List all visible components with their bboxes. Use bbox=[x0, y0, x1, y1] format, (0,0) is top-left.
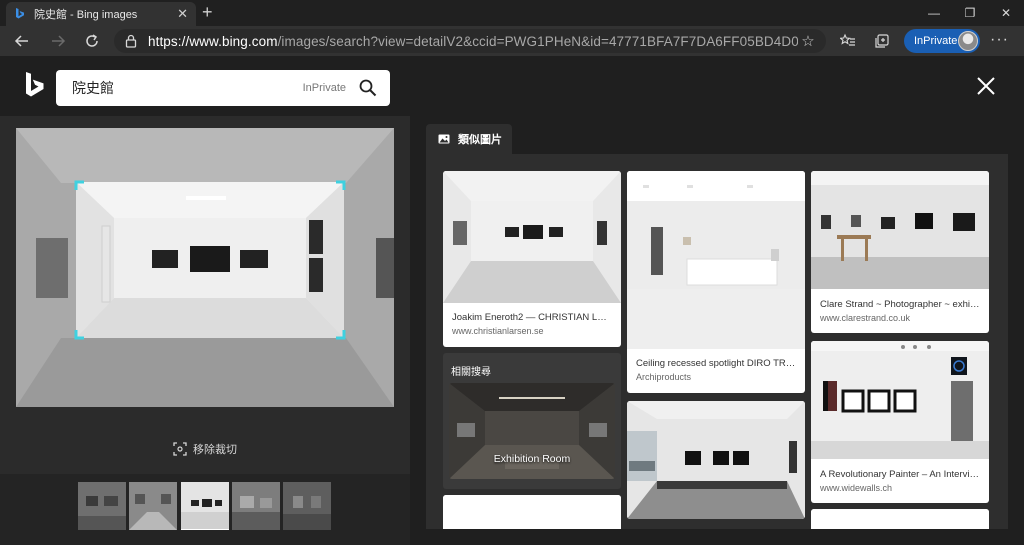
minimize-icon[interactable]: — bbox=[916, 0, 952, 26]
image-icon bbox=[438, 134, 450, 144]
restore-icon[interactable]: ❐ bbox=[952, 0, 988, 26]
inprivate-label: InPrivate bbox=[914, 35, 958, 47]
result-source: www.christianlarsen.se bbox=[452, 326, 544, 336]
forward-arrow-icon bbox=[52, 35, 66, 47]
main-image[interactable] bbox=[16, 128, 394, 407]
url-host: https://www.bing.com bbox=[148, 33, 278, 49]
window-close-icon[interactable]: ✕ bbox=[988, 0, 1024, 26]
result-image bbox=[627, 171, 805, 349]
tab-title: 院史館 - Bing images bbox=[34, 9, 138, 21]
result-image bbox=[627, 401, 805, 519]
result-card[interactable] bbox=[627, 401, 805, 519]
inprivate-profile-button[interactable]: InPrivate bbox=[904, 29, 980, 53]
result-source: Archiproducts bbox=[636, 372, 692, 382]
tab-strip: 院史館 - Bing images ✕ + — ❐ ✕ bbox=[0, 0, 1024, 26]
results-panel: 類似圖片 Joakim Eneroth2 — CHRISTIAN LARSEN … bbox=[410, 116, 1024, 545]
browser-window: 院史館 - Bing images ✕ + — ❐ ✕ https://www.… bbox=[0, 0, 1024, 545]
preview-panel: 移除裁切 bbox=[0, 116, 410, 545]
remove-crop-label: 移除裁切 bbox=[193, 444, 237, 456]
more-options-icon[interactable]: ··· bbox=[990, 31, 1009, 49]
favorite-star-icon[interactable]: ☆ bbox=[798, 31, 818, 51]
thumbnail-selected[interactable] bbox=[181, 482, 229, 530]
related-search-label: Exhibition Room bbox=[493, 453, 571, 465]
tab-similar-images[interactable]: 類似圖片 bbox=[426, 124, 512, 154]
result-caption: Ceiling recessed spotlight DIRO TRIMLESS bbox=[636, 358, 797, 369]
bing-favicon-icon bbox=[16, 8, 24, 19]
tab-close-icon[interactable]: ✕ bbox=[177, 7, 188, 20]
search-box[interactable]: InPrivate bbox=[56, 70, 390, 106]
result-card[interactable]: A Revolutionary Painter – An Interview w… bbox=[811, 341, 989, 503]
search-input[interactable] bbox=[56, 70, 303, 106]
result-caption: Joakim Eneroth2 — CHRISTIAN LARSEN bbox=[452, 312, 613, 323]
remove-crop-button[interactable]: 移除裁切 bbox=[0, 438, 410, 460]
similar-images-grid: Joakim Eneroth2 — CHRISTIAN LARSEN www.c… bbox=[426, 154, 1008, 529]
refresh-button[interactable] bbox=[81, 30, 103, 52]
result-source: www.widewalls.ch bbox=[820, 483, 893, 493]
back-arrow-icon bbox=[14, 35, 28, 47]
result-image bbox=[443, 495, 621, 529]
thumbnail[interactable] bbox=[232, 482, 280, 530]
url-text[interactable]: https://www.bing.com/images/search?view=… bbox=[148, 34, 798, 49]
tab-similar-label: 類似圖片 bbox=[458, 134, 502, 146]
address-bar[interactable]: https://www.bing.com/images/search?view=… bbox=[114, 29, 826, 53]
result-caption: A Revolutionary Painter – An Interview bbox=[820, 469, 981, 480]
result-image bbox=[811, 341, 989, 459]
forward-button[interactable] bbox=[47, 30, 69, 52]
result-card[interactable]: Joakim Eneroth2 — CHRISTIAN LARSEN www.c… bbox=[443, 171, 621, 347]
search-icon[interactable] bbox=[358, 78, 378, 98]
inprivate-badge: InPrivate bbox=[302, 82, 346, 94]
close-icon[interactable] bbox=[974, 74, 998, 98]
bing-logo-icon[interactable] bbox=[24, 72, 46, 100]
result-image bbox=[443, 171, 621, 303]
thumbnail[interactable] bbox=[283, 482, 331, 530]
crop-icon bbox=[173, 442, 187, 456]
result-card[interactable] bbox=[443, 495, 621, 529]
collections-icon[interactable] bbox=[873, 32, 891, 50]
result-card[interactable] bbox=[811, 509, 989, 529]
result-source: www.clarestrand.co.uk bbox=[820, 313, 911, 323]
toolbar: https://www.bing.com/images/search?view=… bbox=[0, 26, 1024, 56]
profile-avatar bbox=[958, 31, 978, 51]
url-path: /images/search?view=detailV2&ccid=PWG1PH… bbox=[277, 33, 798, 49]
thumbnail-strip bbox=[0, 474, 410, 545]
related-searches-title: 相關搜尋 bbox=[451, 367, 491, 378]
new-tab-button[interactable]: + bbox=[202, 3, 213, 21]
active-tab[interactable]: 院史館 - Bing images ✕ bbox=[6, 2, 196, 26]
thumbnail[interactable] bbox=[78, 482, 126, 530]
lock-icon[interactable] bbox=[124, 34, 138, 48]
thumbnail[interactable] bbox=[129, 482, 177, 530]
favorites-icon[interactable] bbox=[839, 32, 857, 50]
related-search-item[interactable]: Exhibition Room bbox=[449, 383, 615, 479]
gallery-image bbox=[16, 128, 394, 407]
result-caption: Clare Strand ~ Photographer ~ exhibition… bbox=[820, 299, 981, 310]
related-searches: 相關搜尋 Exhibition Room bbox=[443, 353, 621, 489]
bing-header: InPrivate bbox=[0, 56, 1024, 116]
back-button[interactable] bbox=[11, 30, 33, 52]
refresh-icon bbox=[86, 34, 98, 47]
result-card[interactable]: Ceiling recessed spotlight DIRO TRIMLESS… bbox=[627, 171, 805, 393]
result-image bbox=[811, 509, 989, 529]
result-image bbox=[811, 171, 989, 289]
result-card[interactable]: Clare Strand ~ Photographer ~ exhibition… bbox=[811, 171, 989, 333]
